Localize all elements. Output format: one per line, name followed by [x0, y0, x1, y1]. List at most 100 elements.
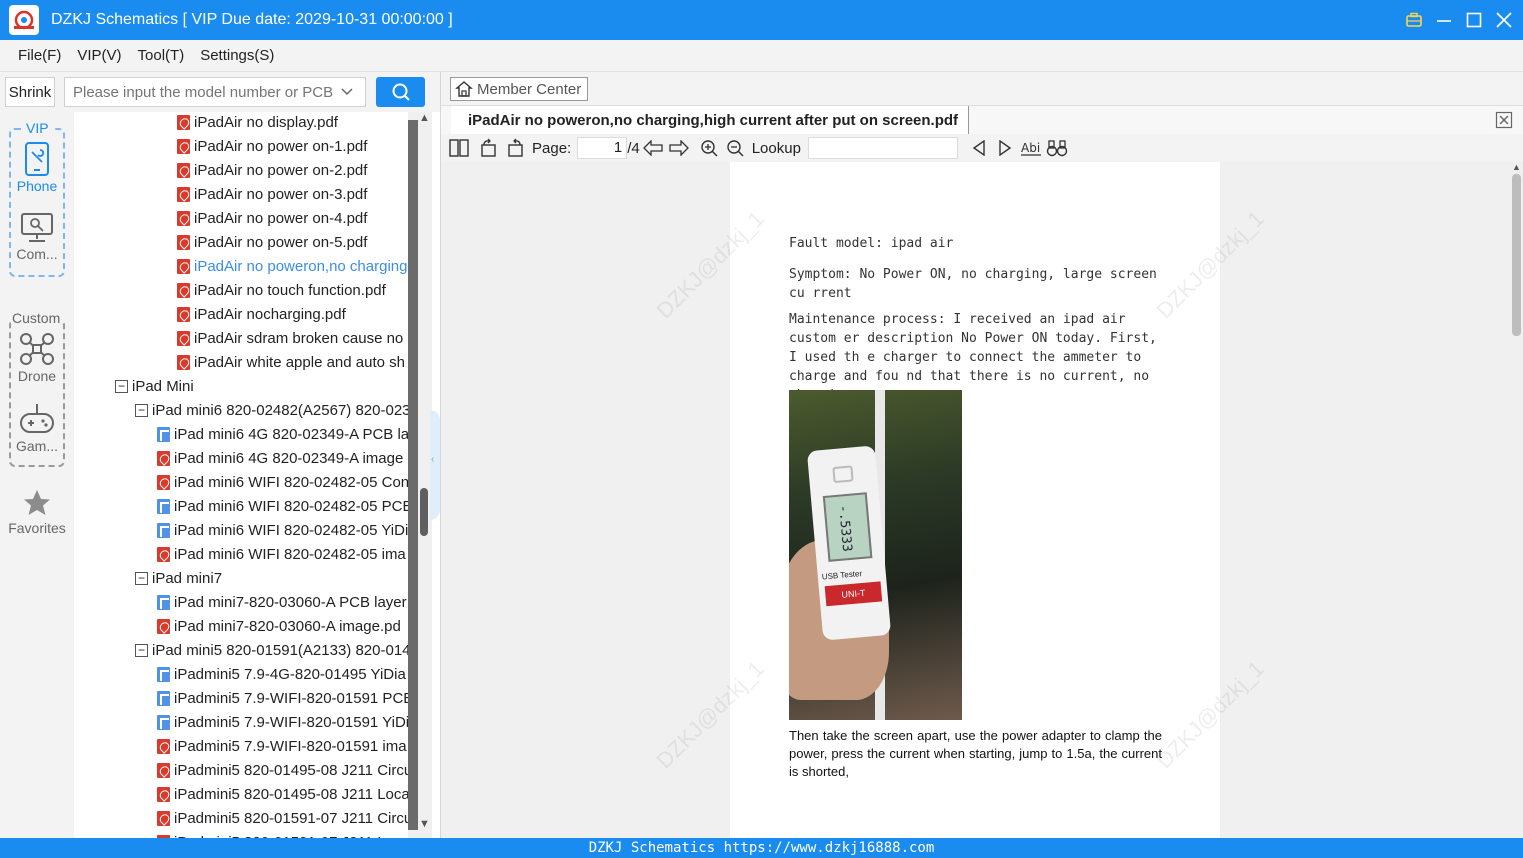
member-center-button[interactable]: Member Center: [450, 77, 588, 101]
pdf-file-icon: [177, 162, 190, 178]
close-icon[interactable]: [1495, 11, 1513, 29]
tree-file[interactable]: iPadAir no power on-4.pdf: [177, 206, 408, 230]
search-button[interactable]: [376, 77, 425, 107]
rotate-left-icon[interactable]: [478, 137, 500, 159]
next-page-icon[interactable]: [668, 137, 690, 159]
collapse-toggle-icon[interactable]: −: [115, 379, 128, 393]
watermark: DZKJ@dzkj_1: [651, 655, 769, 774]
svg-text:Abi: Abi: [1021, 141, 1040, 155]
tree-file[interactable]: iPadAir no power on-3.pdf: [177, 182, 408, 206]
tree-folder[interactable]: − iPad mini5 820-01591(A2133) 820-014: [135, 638, 408, 662]
tree-folder[interactable]: − iPad mini7: [135, 566, 408, 590]
pdf-file-icon: [157, 738, 170, 754]
category-drone[interactable]: Drone: [9, 332, 65, 384]
document-viewport[interactable]: DZKJ@dzkj_1 DZKJ@dzkj_1 DZKJ@dzkj_1 DZKJ…: [441, 162, 1510, 838]
menu-tool[interactable]: Tool(T): [138, 47, 185, 64]
window-title: DZKJ Schematics [ VIP Due date: 2029-10-…: [51, 11, 453, 28]
tree-file[interactable]: iPadmini5 820-01495-08 J211 Circu: [157, 758, 408, 782]
tree-file[interactable]: iPadmini5 820-01495-08 J211 Loca: [157, 782, 408, 806]
lookup-input[interactable]: [807, 137, 958, 159]
fault-model-text: Fault model: ipad air: [789, 236, 954, 251]
tree-file[interactable]: iPadAir no touch function.pdf: [177, 278, 408, 302]
tree-file[interactable]: iPad mini6 WIFI 820-02482-05 ima: [157, 542, 408, 566]
tree-file[interactable]: iPadmini5 7.9-WIFI-820-01591 YiDi: [157, 710, 408, 734]
scroll-up-icon[interactable]: ▲: [419, 112, 430, 124]
app-logo: [9, 5, 39, 35]
scroll-up-icon[interactable]: ▲: [1512, 162, 1521, 172]
pcb-file-icon: [157, 594, 170, 610]
tree-file[interactable]: iPadAir nocharging.pdf: [177, 302, 408, 326]
maximize-icon[interactable]: [1465, 11, 1483, 29]
panel-splitter[interactable]: ‹: [430, 410, 440, 520]
tree-item-label: iPadAir nocharging.pdf: [194, 305, 346, 323]
menu-file[interactable]: File(F): [18, 47, 61, 64]
tree-file[interactable]: iPadAir no display.pdf: [177, 112, 408, 134]
briefcase-icon[interactable]: [1405, 11, 1423, 29]
previous-page-icon[interactable]: [642, 137, 664, 159]
tree-file[interactable]: iPadAir sdram broken cause no: [177, 326, 408, 350]
pdf-file-icon: [157, 618, 170, 634]
category-game-label: Gam...: [15, 438, 58, 454]
document-scrollbar[interactable]: ▲: [1510, 162, 1523, 838]
collapse-toggle-icon[interactable]: −: [135, 643, 148, 657]
find-binoculars-icon[interactable]: [1046, 137, 1068, 159]
minimize-icon[interactable]: [1435, 11, 1453, 29]
pcb-file-icon: [157, 666, 170, 682]
tree-scrollbar[interactable]: ▲ ▼: [408, 112, 432, 838]
tree-file[interactable]: iPad mini7-820-03060-A image.pd: [157, 614, 408, 638]
pcb-file-icon: [157, 426, 170, 442]
category-favorites[interactable]: Favorites: [0, 488, 74, 536]
close-document-icon[interactable]: [1495, 111, 1513, 129]
tree-file[interactable]: iPadmini5 820-01591-07 J211 Circu: [157, 806, 408, 830]
tree-file[interactable]: iPadmini5 7.9-WIFI-820-01591 PCB: [157, 686, 408, 710]
tree-item-label: iPad mini7-820-03060-A image.pd: [174, 617, 401, 635]
document-tab[interactable]: iPadAir no poweron,no charging,high curr…: [451, 106, 969, 134]
scroll-down-icon[interactable]: ▼: [419, 818, 430, 830]
lookup-label: Lookup: [751, 139, 801, 157]
tree-file[interactable]: iPad mini6 4G 820-02349-A PCB la: [157, 422, 408, 446]
find-previous-icon[interactable]: [968, 137, 990, 159]
tree-item-label: iPadmini5 820-01495-08 J211 Loca: [174, 785, 408, 803]
menu-vip[interactable]: VIP(V): [77, 47, 121, 64]
tree-folder[interactable]: − iPad Mini: [115, 374, 408, 398]
collapse-toggle-icon[interactable]: −: [135, 403, 148, 417]
tree-file[interactable]: iPadAir no power on-5.pdf: [177, 230, 408, 254]
chevron-down-icon[interactable]: [340, 85, 354, 99]
tree-file[interactable]: iPad mini6 4G 820-02349-A image: [157, 446, 408, 470]
tree-file[interactable]: iPad mini6 WIFI 820-02482-05 Con: [157, 470, 408, 494]
match-case-icon[interactable]: Abi: [1020, 137, 1042, 159]
page-label: Page:: [532, 139, 572, 157]
category-phone[interactable]: Phone: [9, 142, 65, 194]
tree-file[interactable]: iPad mini6 WIFI 820-02482-05 YiDi: [157, 518, 408, 542]
document-scroll-thumb[interactable]: [1512, 174, 1521, 336]
menu-settings[interactable]: Settings(S): [200, 47, 274, 64]
two-page-icon[interactable]: [448, 137, 470, 159]
rotate-right-icon[interactable]: [504, 137, 526, 159]
zoom-in-icon[interactable]: [698, 137, 720, 159]
tree-file[interactable]: iPadAir white apple and auto sh: [177, 350, 408, 374]
tree-file[interactable]: iPadAir no power on-1.pdf: [177, 134, 408, 158]
search-input[interactable]: [64, 77, 366, 107]
category-computer[interactable]: Com...: [9, 212, 65, 262]
tree-file[interactable]: iPadmini5 7.9-WIFI-820-01591 ima: [157, 734, 408, 758]
pdf-file-icon: [177, 258, 190, 274]
drone-icon: [20, 333, 54, 365]
tree-file[interactable]: iPadmini5 820-01591-07 J211 Loca: [157, 830, 408, 838]
pcb-file-icon: [157, 714, 170, 730]
tree-file[interactable]: iPadmini5 7.9-4G-820-01495 YiDia: [157, 662, 408, 686]
pcb-file-icon: [157, 522, 170, 538]
category-game[interactable]: Gam...: [9, 402, 65, 454]
category-favorites-label: Favorites: [8, 520, 66, 536]
tree-folder[interactable]: − iPad mini6 820-02482(A2567) 820-023: [135, 398, 408, 422]
zoom-out-icon[interactable]: [724, 137, 746, 159]
tree-file[interactable]: iPadAir no power on-2.pdf: [177, 158, 408, 182]
tree-file[interactable]: iPad mini7-820-03060-A PCB layer: [157, 590, 408, 614]
tree-scroll-thumb[interactable]: [420, 488, 428, 536]
tree-file[interactable]: iPadAir no poweron,no charging,high curr…: [177, 254, 408, 278]
page-number-input[interactable]: 1: [577, 137, 628, 159]
find-next-icon[interactable]: [994, 137, 1016, 159]
tree-file[interactable]: iPad mini6 WIFI 820-02482-05 PCB: [157, 494, 408, 518]
tree-item-label: iPadmini5 820-01495-08 J211 Circu: [174, 761, 408, 779]
collapse-toggle-icon[interactable]: −: [135, 571, 148, 585]
shrink-button[interactable]: Shrink: [5, 77, 55, 107]
